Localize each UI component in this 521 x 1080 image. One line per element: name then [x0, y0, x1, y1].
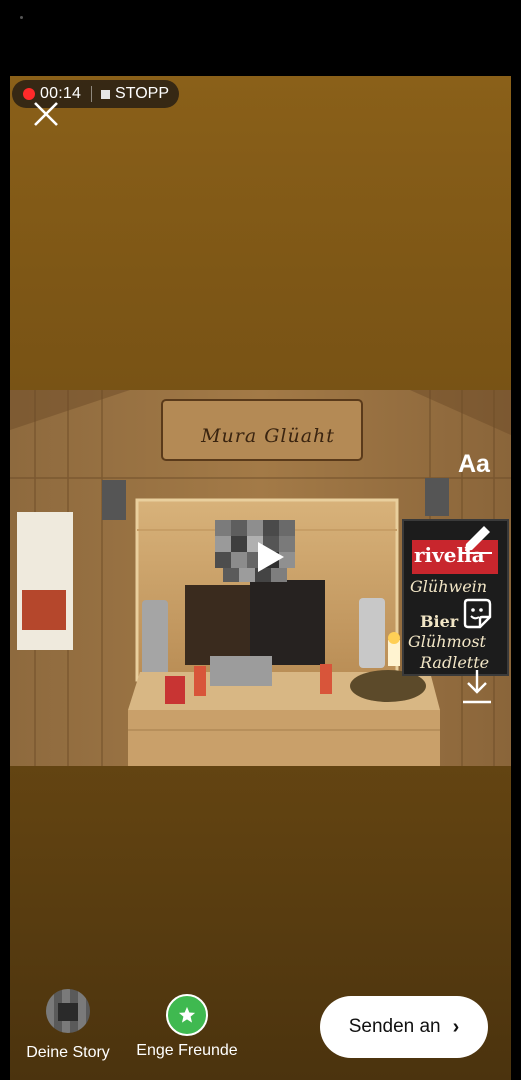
avatar	[46, 989, 90, 1033]
chevron-right-icon: ›	[452, 1015, 460, 1038]
sticker-icon	[463, 598, 492, 629]
your-story-label: Deine Story	[26, 1044, 110, 1061]
sticker-tool-button[interactable]	[460, 597, 494, 636]
close-friends-label: Enge Freunde	[136, 1042, 238, 1059]
stop-button-label[interactable]: STOPP	[115, 85, 169, 103]
stop-icon[interactable]	[101, 89, 111, 99]
status-bar	[0, 0, 521, 76]
pen-icon	[462, 526, 492, 554]
close-friends-button[interactable]: Enge Freunde	[134, 994, 240, 1060]
star-icon	[178, 1006, 196, 1023]
board-line: Bier	[420, 612, 459, 631]
record-dot-icon	[23, 88, 35, 100]
send-to-button[interactable]: Senden an ›	[320, 996, 488, 1058]
draw-tool-button[interactable]	[460, 522, 494, 559]
save-tool-button[interactable]	[461, 668, 493, 709]
board-line: Glühwein	[410, 577, 488, 596]
close-button[interactable]	[32, 100, 60, 128]
photo-sign-text: Mura Glüaht	[201, 425, 335, 447]
send-to-label: Senden an	[348, 1016, 441, 1037]
status-indicator-dot	[20, 16, 23, 19]
divider	[91, 86, 93, 102]
download-icon	[463, 670, 491, 704]
text-tool-button[interactable]: Aa	[458, 450, 490, 479]
your-story-button[interactable]: Deine Story	[22, 989, 114, 1062]
close-icon	[34, 102, 58, 126]
close-friends-badge	[166, 994, 208, 1036]
